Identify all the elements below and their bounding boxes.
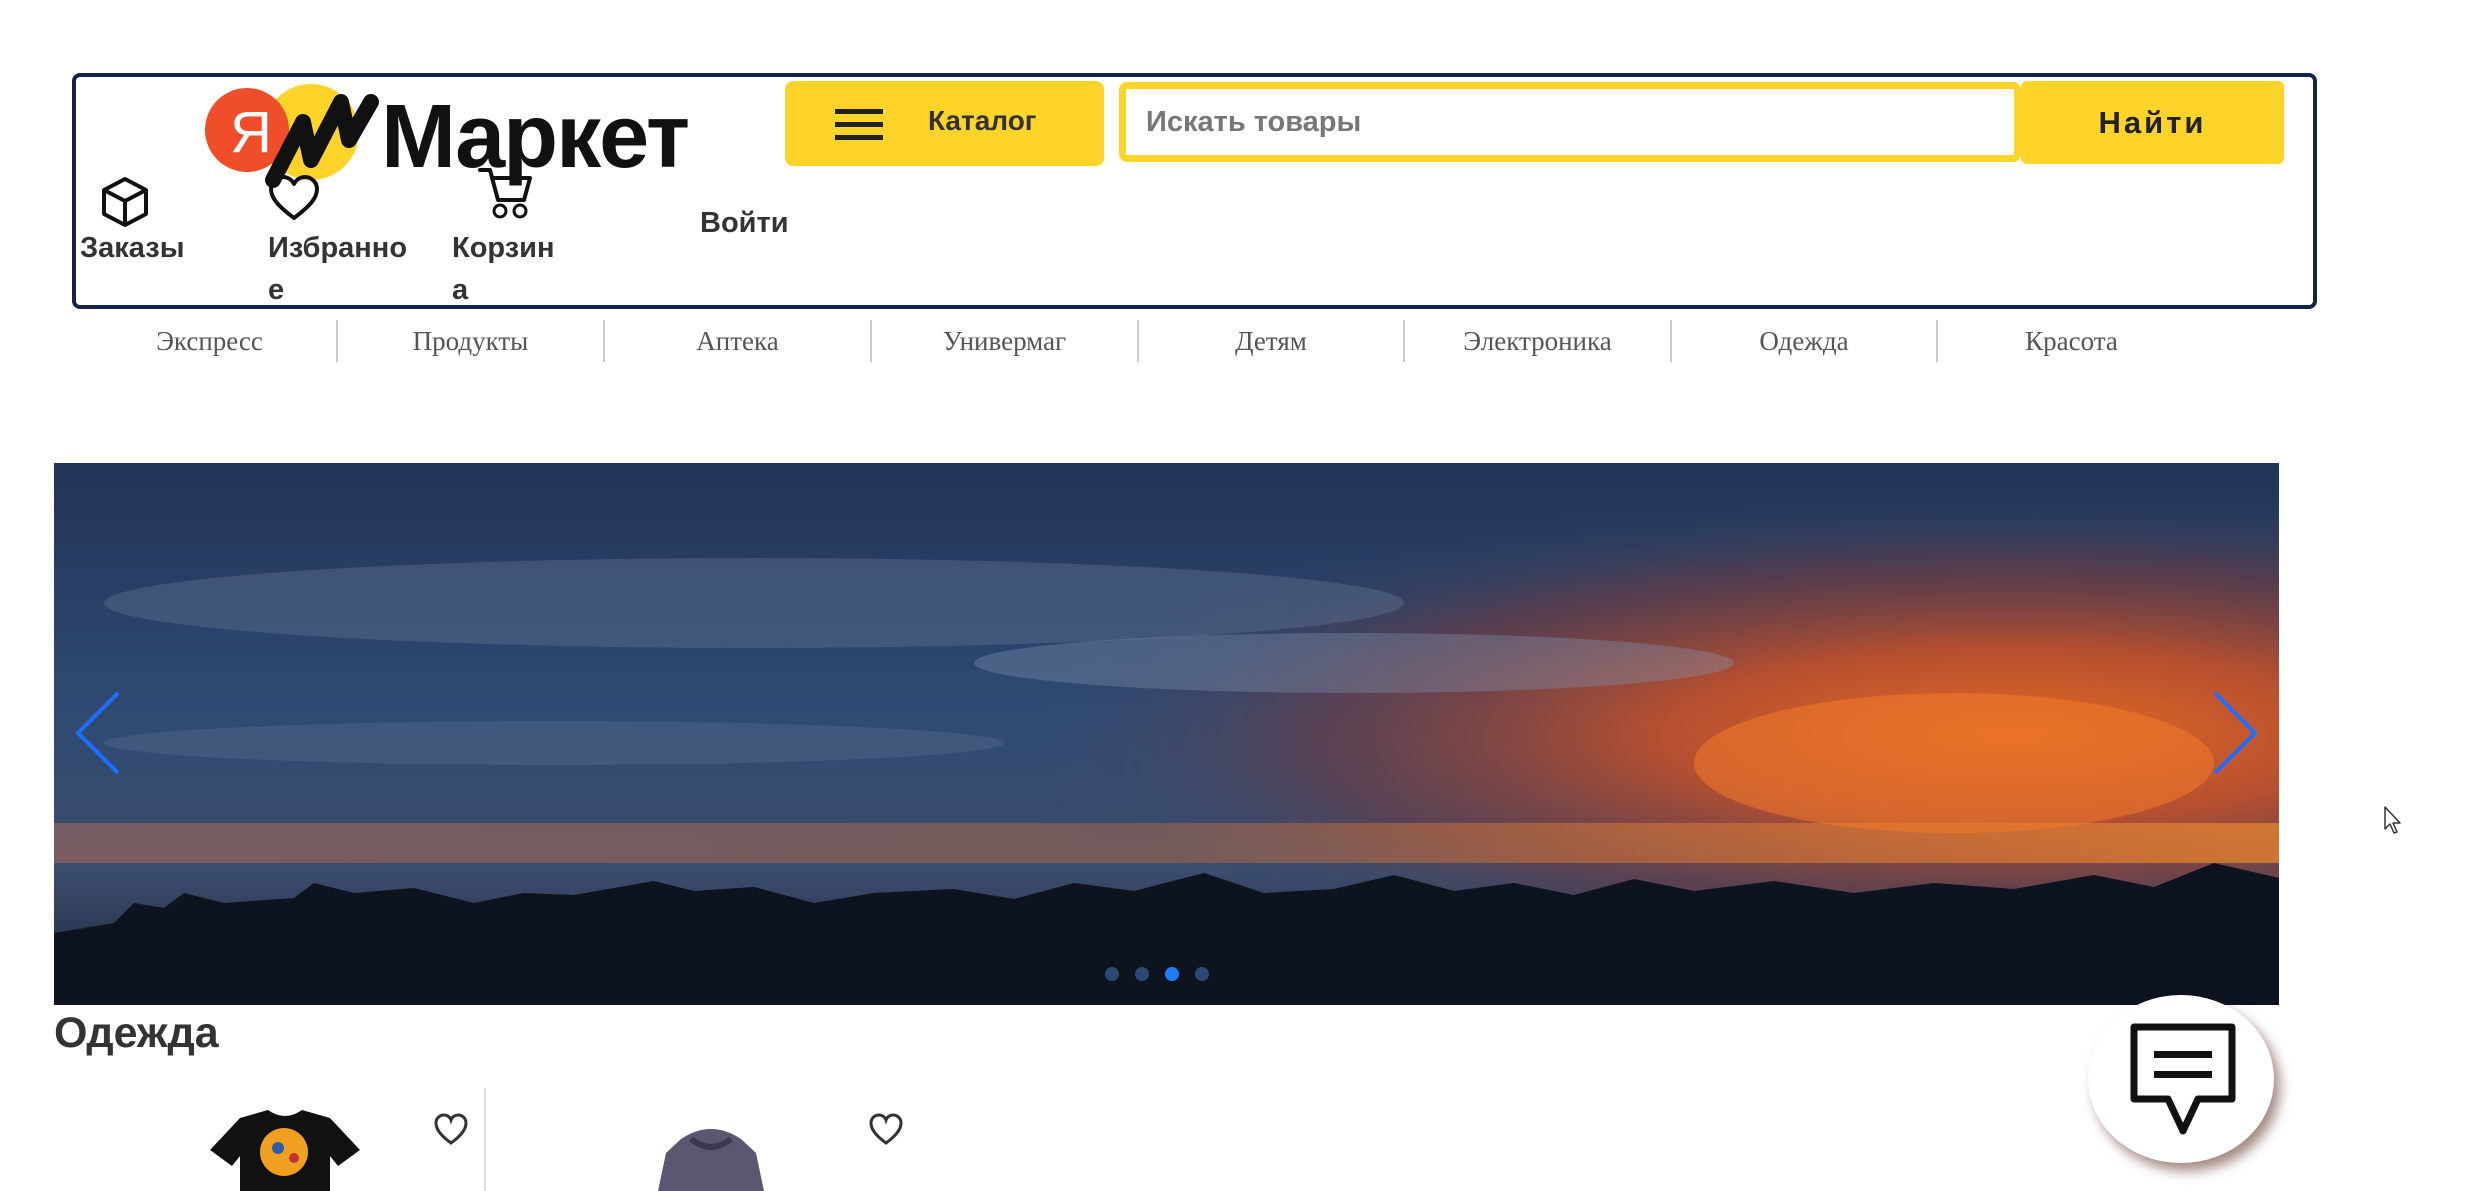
login-link[interactable]: Войти: [700, 207, 789, 240]
cart-label-line1: Корзин: [452, 232, 555, 264]
category-nav: Экспресс Продукты Аптека Универмаг Детям…: [83, 320, 2118, 364]
favorites-link[interactable]: Избранно е: [268, 172, 438, 306]
category-electronics[interactable]: Электроника: [1405, 320, 1672, 362]
category-kids[interactable]: Детям: [1139, 320, 1405, 362]
orders-link[interactable]: Заказы: [76, 172, 216, 272]
chat-button[interactable]: [2088, 995, 2274, 1163]
favorite-heart-icon[interactable]: [433, 1112, 469, 1146]
carousel-prev-icon[interactable]: [74, 691, 122, 775]
product-hoodie-image[interactable]: [636, 1125, 786, 1191]
menu-icon: [835, 109, 883, 140]
cart-label-line2: а: [452, 274, 469, 306]
chat-icon: [2130, 1023, 2236, 1135]
favorite-heart-icon[interactable]: [868, 1112, 904, 1146]
box-icon: [102, 177, 148, 227]
section-title: Одежда: [54, 1009, 219, 1057]
product-divider: [484, 1088, 486, 1191]
site-header: Я Маркет Каталог Найти Заказы Избранно е: [72, 73, 2317, 309]
cart-link[interactable]: Корзин а: [452, 168, 582, 306]
product-tshirt-image[interactable]: [210, 1110, 360, 1191]
favorites-label-line2: е: [268, 274, 285, 306]
category-clothing[interactable]: Одежда: [1672, 320, 1938, 362]
category-department-store[interactable]: Универмаг: [872, 320, 1139, 362]
category-express[interactable]: Экспресс: [83, 320, 338, 362]
carousel-dot[interactable]: [1195, 967, 1209, 981]
carousel-next-icon[interactable]: [2211, 691, 2259, 775]
cart-icon: [478, 168, 532, 219]
catalog-label: Каталог: [928, 105, 1037, 136]
category-beauty[interactable]: Красота: [1938, 320, 2205, 362]
orders-label: Заказы: [80, 232, 185, 264]
catalog-button[interactable]: Каталог: [785, 81, 1104, 166]
logo-badge: Я: [230, 100, 272, 165]
mouse-cursor-icon: [2384, 806, 2401, 834]
search-box: [1119, 82, 2021, 162]
category-pharmacy[interactable]: Аптека: [605, 320, 872, 362]
hero-carousel[interactable]: [54, 463, 2279, 1005]
heart-icon: [269, 175, 319, 220]
search-input[interactable]: [1126, 89, 2014, 155]
banner-image: [54, 463, 2279, 1005]
search-button[interactable]: Найти: [2021, 81, 2284, 164]
carousel-dot[interactable]: [1135, 967, 1149, 981]
carousel-dot[interactable]: [1105, 967, 1119, 981]
favorites-label-line1: Избранно: [268, 232, 408, 264]
carousel-dot-active[interactable]: [1165, 967, 1179, 981]
category-products[interactable]: Продукты: [338, 320, 605, 362]
